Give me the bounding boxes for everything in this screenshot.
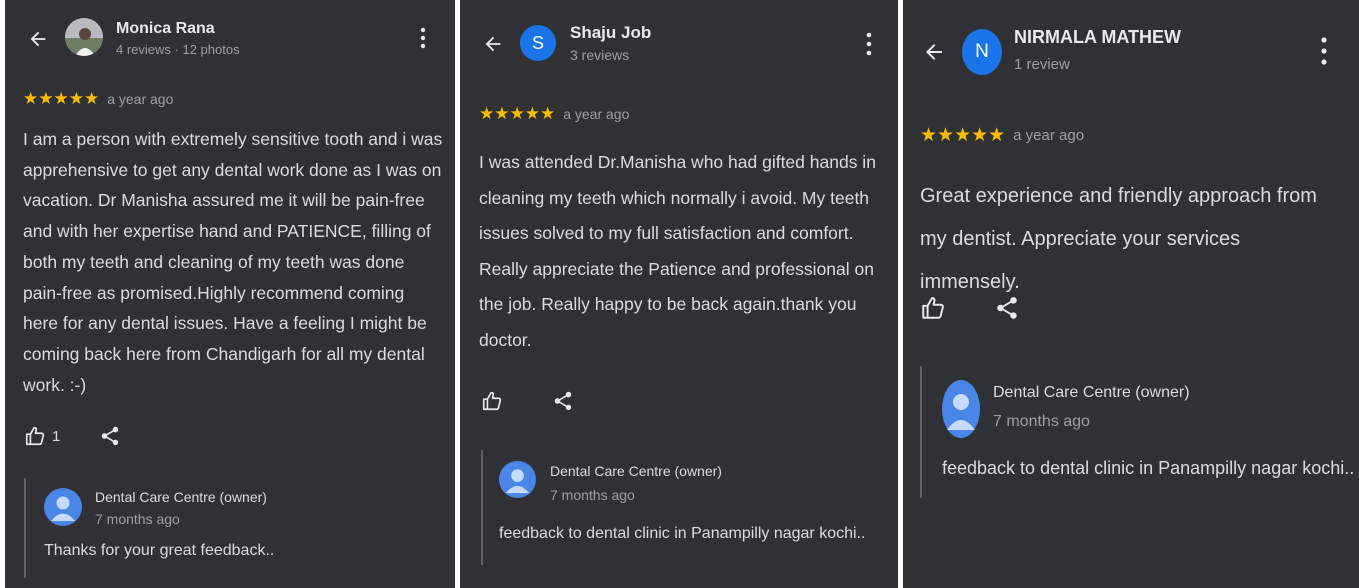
like-count: 1 (52, 428, 61, 445)
reviewer-avatar[interactable]: S (520, 25, 556, 61)
thumbs-up-icon[interactable] (481, 390, 503, 412)
review-time: a year ago (1013, 127, 1085, 144)
person-icon (942, 380, 980, 438)
reviewer-meta: 3 reviews (570, 47, 630, 63)
owner-reply-time: 7 months ago (550, 487, 635, 503)
avatar-letter: N (975, 41, 989, 62)
star-rating: ★★★★★ (920, 125, 1006, 146)
review-text: I am a person with extremely sensitive t… (23, 129, 443, 395)
star-rating: ★★★★★ (23, 89, 100, 108)
review-card: N NIRMALA MATHEW 1 review ★★★★★ a year a… (903, 0, 1359, 588)
reviewer-avatar[interactable]: N (962, 29, 1002, 75)
rating-row: ★★★★★ a year ago (920, 124, 1084, 147)
rating-row: ★★★★★ a year ago (23, 89, 173, 109)
owner-name[interactable]: Dental Care Centre (owner) (550, 463, 722, 479)
review-time: a year ago (563, 106, 630, 122)
more-vertical-icon[interactable] (413, 26, 433, 50)
more-vertical-icon[interactable] (859, 31, 879, 57)
person-icon (499, 461, 536, 498)
owner-name[interactable]: Dental Care Centre (owner) (95, 489, 267, 505)
owner-name[interactable]: Dental Care Centre (owner) (993, 384, 1190, 402)
back-arrow-icon[interactable] (27, 28, 49, 50)
reviewer-name[interactable]: NIRMALA MATHEW (1014, 27, 1181, 48)
review-text: I was attended Dr.Manisha who had gifted… (479, 152, 876, 350)
owner-reply-time: 7 months ago (993, 413, 1090, 430)
review-text: Great experience and friendly approach f… (920, 185, 1317, 293)
review-time: a year ago (107, 91, 174, 107)
share-icon[interactable] (552, 390, 574, 412)
rating-row: ★★★★★ a year ago (479, 104, 629, 124)
owner-reply-text: Thanks for your great feedback.. (44, 542, 275, 559)
thumbs-up-icon[interactable] (24, 425, 46, 447)
reviewer-meta: 4 reviews · 12 photos (116, 42, 240, 57)
back-arrow-icon[interactable] (482, 33, 504, 55)
reviewer-name[interactable]: Monica Rana (116, 20, 215, 38)
reviewer-avatar[interactable] (65, 18, 103, 56)
profile-photo-icon (65, 18, 103, 56)
share-icon[interactable] (99, 425, 121, 447)
owner-reply-text: feedback to dental clinic in Panampilly … (499, 525, 866, 542)
avatar-letter: S (531, 32, 544, 53)
thumbs-up-icon[interactable] (920, 295, 946, 321)
owner-reply-text: feedback to dental clinic in Panampilly … (942, 458, 1355, 478)
more-vertical-icon[interactable] (1314, 36, 1334, 66)
owner-reply-time: 7 months ago (95, 511, 180, 527)
share-icon[interactable] (994, 295, 1020, 321)
back-arrow-icon[interactable] (922, 40, 946, 64)
review-card: Monica Rana 4 reviews · 12 photos ★★★★★ … (5, 0, 455, 588)
review-card: S Shaju Job 3 reviews ★★★★★ a year ago I… (460, 0, 898, 588)
person-icon (44, 488, 82, 526)
reviewer-meta: 1 review (1014, 56, 1070, 73)
star-rating: ★★★★★ (479, 104, 556, 123)
reviewer-name[interactable]: Shaju Job (570, 23, 651, 43)
